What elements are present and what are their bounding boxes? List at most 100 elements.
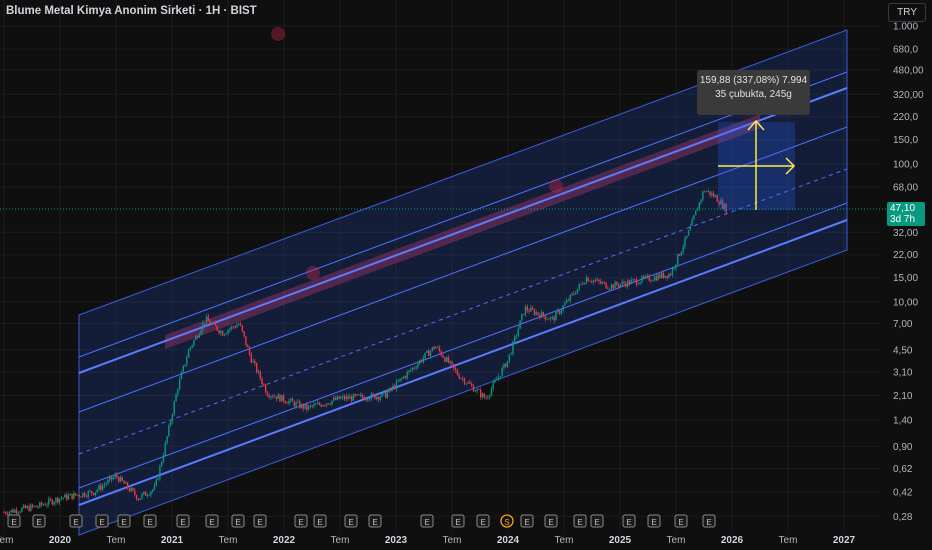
earnings-marker[interactable]: E (344, 514, 358, 528)
earnings-marker[interactable]: E (294, 514, 308, 528)
candle-body (393, 385, 396, 389)
earnings-marker[interactable]: E (7, 514, 21, 528)
candle-body (225, 333, 227, 335)
earnings-marker[interactable]: E (420, 514, 434, 528)
candle-body (89, 491, 91, 492)
candle-body (576, 288, 579, 294)
candle-body (390, 388, 392, 390)
time-tick-label: 2024 (497, 535, 520, 546)
candle-body (370, 393, 373, 400)
earnings-marker[interactable]: E (520, 514, 534, 528)
candle-body (664, 275, 666, 278)
candle-body (196, 336, 199, 338)
earnings-marker[interactable]: E (117, 514, 131, 528)
candle-body (472, 385, 475, 392)
price-tick-label: 220,0 (893, 112, 918, 123)
marker-letter: E (626, 518, 631, 527)
earnings-marker[interactable]: E (95, 514, 109, 528)
time-tick-label: 2020 (49, 535, 72, 546)
candle-body (603, 282, 606, 284)
candle-body (591, 281, 593, 283)
candle-body (139, 498, 141, 500)
candle-body (539, 314, 541, 318)
earnings-marker[interactable]: E (231, 514, 245, 528)
candle-body (616, 282, 618, 285)
candle-body (687, 230, 690, 236)
price-tick-label: 0,42 (893, 487, 913, 498)
earnings-marker[interactable]: E (674, 514, 688, 528)
marker-letter: E (257, 518, 262, 527)
marker-letter: E (706, 518, 711, 527)
time-tick-label: 2023 (385, 535, 408, 546)
candle-body (169, 421, 172, 426)
time-tick-label: Tem (107, 535, 126, 546)
candle-body (574, 293, 577, 295)
candle-body (119, 476, 122, 482)
price-tick-label: 22,00 (893, 250, 918, 261)
earnings-marker[interactable]: E (253, 514, 267, 528)
candle-body (424, 352, 426, 358)
candle-body (643, 276, 645, 278)
earnings-marker[interactable]: E (622, 514, 636, 528)
candle-body (442, 355, 444, 358)
candle-body (204, 322, 206, 324)
candle-body (263, 384, 265, 385)
earnings-marker[interactable]: E (368, 514, 382, 528)
earnings-marker[interactable]: E (476, 514, 490, 528)
candle-body (168, 425, 170, 437)
candle-body (327, 403, 330, 405)
earnings-marker[interactable]: E (590, 514, 604, 528)
candle-body (6, 513, 9, 515)
earnings-marker[interactable]: E (205, 514, 219, 528)
candle-body (162, 454, 165, 462)
earnings-marker[interactable]: E (647, 514, 661, 528)
candle-body (660, 272, 663, 278)
candle-body (623, 281, 625, 284)
split-marker[interactable]: S (500, 514, 514, 528)
candle-body (548, 318, 550, 320)
candle-body (673, 268, 675, 269)
candle-body (695, 210, 697, 216)
candle-body (483, 393, 485, 398)
earnings-marker[interactable]: E (143, 514, 157, 528)
earnings-marker[interactable]: E (544, 514, 558, 528)
candle-body (87, 491, 89, 497)
candle-body (580, 283, 582, 285)
candle-body (270, 396, 272, 398)
earnings-marker[interactable]: E (313, 514, 327, 528)
candle-body (105, 483, 107, 485)
candle-body (125, 482, 127, 484)
earnings-marker[interactable]: E (32, 514, 46, 528)
candle-body (177, 389, 179, 395)
candle-body (157, 478, 159, 480)
earnings-marker[interactable]: E (451, 514, 465, 528)
candle-body (438, 347, 441, 352)
candle-body (189, 347, 192, 350)
earnings-marker[interactable]: E (573, 514, 587, 528)
candle-body (73, 493, 75, 499)
earnings-marker[interactable]: E (176, 514, 190, 528)
candle-body (612, 284, 614, 289)
candle-body (318, 402, 321, 405)
time-tick-label: 2025 (609, 535, 632, 546)
candle-body (404, 376, 407, 378)
candle-body (98, 485, 100, 490)
candle-body (505, 363, 507, 368)
marker-letter: E (577, 518, 582, 527)
marker-letter: E (524, 518, 529, 527)
candle-body (700, 199, 702, 203)
marker-letter: E (594, 518, 599, 527)
candle-body (653, 276, 656, 281)
candle-body (415, 367, 417, 369)
currency-button[interactable]: TRY (888, 3, 926, 22)
candle-body (220, 331, 222, 334)
candle-body (714, 195, 717, 197)
candle-body (492, 382, 494, 389)
candle-body (15, 509, 18, 514)
earnings-marker[interactable]: E (69, 514, 83, 528)
candle-body (116, 474, 118, 478)
candle-body (626, 280, 629, 287)
candle-body (193, 339, 195, 346)
earnings-marker[interactable]: E (702, 514, 716, 528)
candle-body (537, 312, 539, 315)
